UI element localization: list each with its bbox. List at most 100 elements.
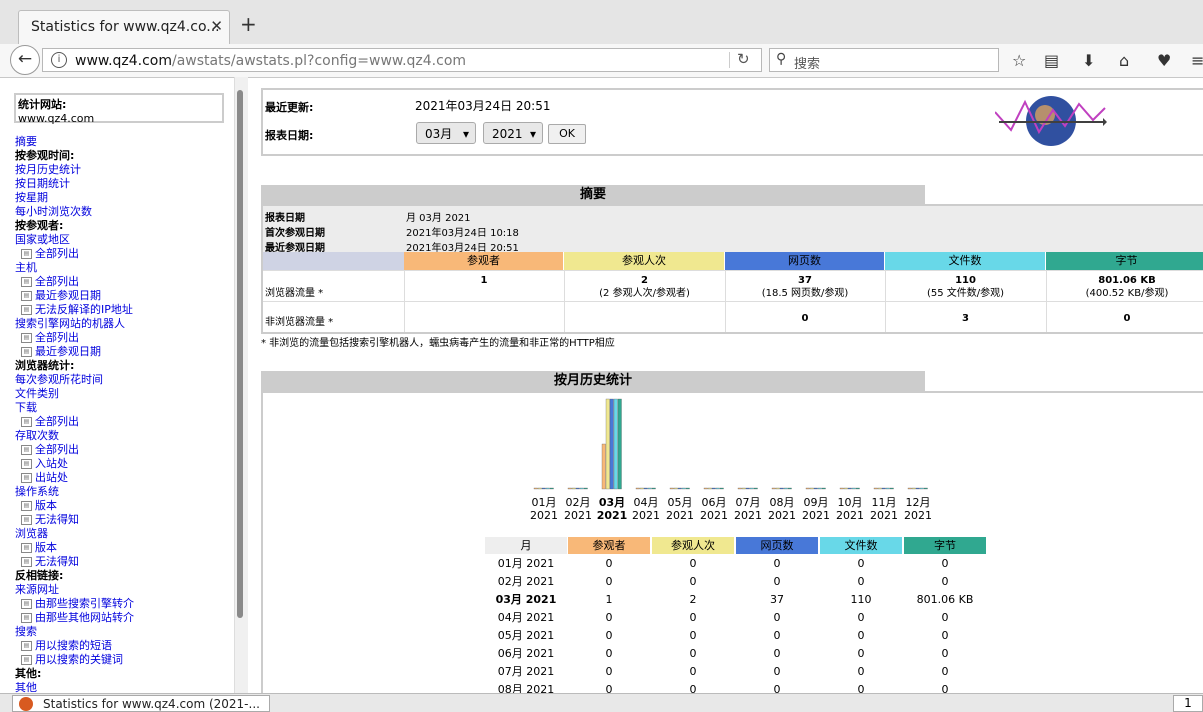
address-bar[interactable]: i www.qz4.com/awstats/awstats.pl?config=… [42,48,762,72]
sidebar-item[interactable]: ▤ 全部列出 [15,443,234,457]
history-bar-col-hits [715,487,720,490]
pocket-icon[interactable]: ♥ [1157,51,1171,70]
sidebar-item-label: 全部列出 [35,247,79,260]
sidebar-item[interactable]: ▤ 全部列出 [15,415,234,429]
table-row: 05月 2021 0 0 0 0 0 [263,627,1203,645]
list-icon: ▤ [21,445,32,455]
history-month-year: 2021 [802,509,830,522]
sidebar-item-label: 摘要 [15,135,37,148]
sidebar-item[interactable]: 按日期统计 [15,177,234,191]
sidebar-item[interactable]: ▤ 最近参观日期 [15,345,234,359]
sidebar-item[interactable]: ▤ 无法得知 [15,513,234,527]
sidebar-item[interactable]: 操作系统 [15,485,234,499]
sidebar-item[interactable]: 每次参观所花时间 [15,373,234,387]
sidebar-item[interactable]: ▤ 全部列出 [15,247,234,261]
history-bar-col-bytes [549,487,554,490]
history-bar-col-hits [545,487,550,490]
history-table-header: 文件数 [820,537,902,554]
sidebar-item[interactable]: 主机 [15,261,234,275]
history-month-label: 04月 2021 [629,496,663,522]
sidebar-item[interactable]: 浏览器 [15,527,234,541]
history-row-value: 0 [773,611,781,624]
list-icon: ▤ [21,305,32,315]
back-button[interactable]: ← [10,45,40,75]
history-table-header: 网页数 [736,537,818,554]
sidebar-item[interactable]: 下载 [15,401,234,415]
sidebar-item[interactable]: ▤ 由那些其他网站转介 [15,611,234,625]
month-select[interactable]: 03月 ▾ [416,122,476,144]
sidebar-item[interactable]: ▤ 用以搜索的短语 [15,639,234,653]
history-bar-col-visitors [907,487,912,490]
sidebar-item[interactable]: 摘要 [15,135,234,149]
history-month-name: 05月 [667,496,693,509]
sidebar-item[interactable]: ▤ 版本 [15,499,234,513]
list-icon: ▤ [21,459,32,469]
sidebar-item[interactable]: ▤ 最近参观日期 [15,289,234,303]
history-bar-col-visits [741,487,746,490]
sidebar-item[interactable]: ▤ 无法反解译的IP地址 [15,303,234,317]
new-tab-button[interactable]: + [240,12,257,36]
history-bar-col-bytes [617,398,622,490]
table-row: 07月 2021 0 0 0 0 0 [263,663,1203,681]
close-tab-icon[interactable]: ✕ [210,17,223,35]
history-row-value: 110 [850,593,872,606]
sidebar-item[interactable]: 存取次数 [15,429,234,443]
sidebar-scroll-thumb[interactable] [237,90,243,618]
sidebar-item[interactable]: 国家或地区 [15,233,234,247]
taskbar: Statistics for www.qz4.com (2021-... 1 [0,693,1203,712]
history-row-value: 0 [689,629,697,642]
history-bar-col-hits [613,398,618,490]
summary-nonbrowser-cell: 0 [801,313,809,324]
summary-header-col-hits: 文件数 [885,252,1045,270]
year-select[interactable]: 2021 ▾ [483,122,543,144]
history-bar-col-bytes [719,487,724,490]
history-row-month: 05月 2021 [497,629,555,642]
list-icon: ▤ [21,417,32,427]
search-input[interactable]: ⚲ 搜索 [769,48,999,72]
sidebar-item[interactable]: 搜索 [15,625,234,639]
sidebar-item[interactable]: 每小时浏览次数 [15,205,234,219]
history-bar-col-pages [915,487,920,490]
history-row-value: 0 [857,575,865,588]
taskbar-window-button[interactable]: Statistics for www.qz4.com (2021-... [12,695,270,712]
sidebar-item[interactable]: 按月历史统计 [15,163,234,177]
sidebar-item[interactable]: ▤ 版本 [15,541,234,555]
sidebar-item[interactable]: 按星期 [15,191,234,205]
history-month-name: 07月 [735,496,761,509]
sidebar-item[interactable]: 搜索引擎网站的机器人 [15,317,234,331]
info-icon[interactable]: i [51,52,67,68]
sidebar-item-label: 入站处 [35,457,68,470]
history-month-label: 09月 2021 [799,496,833,522]
sidebar-item[interactable]: ▤ 由那些搜索引擎转介 [15,597,234,611]
history-month-label: 08月 2021 [765,496,799,522]
reading-list-icon[interactable]: ▤ [1044,51,1059,70]
download-icon[interactable]: ⬇ [1082,51,1095,70]
list-icon: ▤ [21,641,32,651]
table-row: 01月 2021 0 0 0 0 0 [263,555,1203,573]
sidebar-item[interactable]: ▤ 全部列出 [15,275,234,289]
sidebar-item[interactable]: 来源网址 [15,583,234,597]
history-month-year: 2021 [632,509,660,522]
home-icon[interactable]: ⌂ [1119,51,1129,70]
sidebar-item[interactable]: ▤ 无法得知 [15,555,234,569]
sidebar-item[interactable]: ▤ 入站处 [15,457,234,471]
bookmark-star-icon[interactable]: ☆ [1012,51,1026,70]
ok-button[interactable]: OK [548,124,586,144]
sidebar-item[interactable]: 文件类别 [15,387,234,401]
summary-nonbrowser-cell: 0 [1123,313,1131,324]
sidebar-item[interactable]: ▤ 出站处 [15,471,234,485]
browser-tab[interactable]: Statistics for www.qz4.co... ✕ [18,10,230,44]
list-icon: ▤ [21,249,32,259]
summary-browser-cell: 2 (2 参观人次/参观者) [564,274,725,300]
history-row-value: 0 [941,665,949,678]
sidebar-item[interactable]: ▤ 用以搜索的关键词 [15,653,234,667]
summary-browser-cell: 801.06 KB (400.52 KB/参观) [1046,274,1203,300]
workspace-pager[interactable]: 1 [1173,695,1203,712]
history-bar-col-visitors [873,487,878,490]
menu-icon[interactable]: ≡ [1191,51,1203,70]
history-month-name: 10月 [837,496,863,509]
sidebar-item-label: 来源网址 [15,583,59,596]
first-visit-value: 2021年03月24日 10:18 [406,228,519,239]
reload-icon[interactable]: ↻ [737,50,750,68]
sidebar-item[interactable]: ▤ 全部列出 [15,331,234,345]
